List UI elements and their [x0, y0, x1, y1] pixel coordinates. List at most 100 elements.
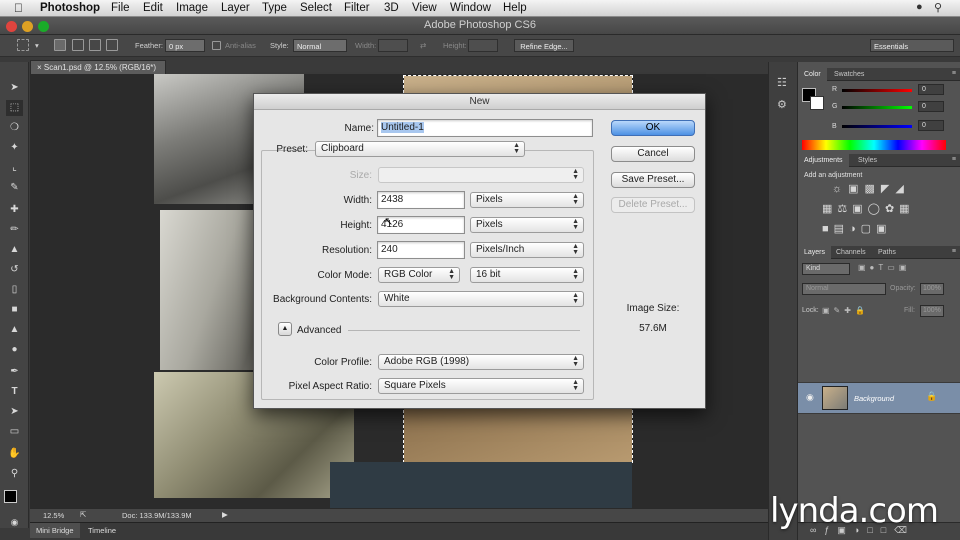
- swap-icon[interactable]: ⇄: [420, 41, 426, 50]
- b-value[interactable]: 0: [918, 120, 944, 131]
- save-preset-button[interactable]: Save Preset...: [611, 172, 695, 188]
- history-brush-tool-icon[interactable]: ↺: [6, 262, 23, 278]
- menu-type[interactable]: Type: [262, 2, 287, 14]
- path-selection-tool-icon[interactable]: ➤: [6, 404, 23, 420]
- color-mode-select[interactable]: RGB Color ▲ ▼: [378, 267, 460, 283]
- document-tab[interactable]: × Scan1.psd @ 12.5% (RGB/16*): [30, 60, 166, 74]
- layer-filter-icons[interactable]: ▣●T▭▣: [858, 263, 910, 272]
- background-contents-select[interactable]: White ▲ ▼: [378, 291, 584, 307]
- color-spectrum-ramp[interactable]: [802, 140, 946, 150]
- add-selection-icon[interactable]: [72, 39, 84, 51]
- tab-paths[interactable]: Paths: [872, 246, 902, 259]
- g-slider[interactable]: [842, 106, 912, 109]
- menu-filter[interactable]: Filter: [344, 2, 370, 14]
- layer-name[interactable]: Background: [854, 394, 894, 403]
- width-input[interactable]: 2438: [377, 191, 465, 209]
- panel-menu-icon[interactable]: ≡: [952, 248, 956, 255]
- hand-tool-icon[interactable]: ✋: [6, 446, 23, 462]
- menu-app-photoshop[interactable]: Photoshop: [40, 2, 100, 14]
- resolution-input[interactable]: 240: [377, 241, 465, 259]
- height-unit-select[interactable]: Pixels ▲ ▼: [470, 217, 584, 233]
- eyedropper-tool-icon[interactable]: ✎: [6, 180, 23, 196]
- tab-timeline[interactable]: Timeline: [82, 523, 122, 538]
- menu-layer[interactable]: Layer: [221, 2, 250, 14]
- menu-image[interactable]: Image: [176, 2, 208, 14]
- apple-icon[interactable]: : [14, 1, 23, 15]
- tab-channels[interactable]: Channels: [830, 246, 872, 259]
- width-unit-select[interactable]: Pixels ▲ ▼: [470, 192, 584, 208]
- foreground-color-swatch[interactable]: [4, 490, 17, 503]
- panel-menu-icon[interactable]: ≡: [952, 156, 956, 163]
- crop-tool-icon[interactable]: ⌞: [6, 160, 23, 176]
- menu-edit[interactable]: Edit: [143, 2, 163, 14]
- cancel-button[interactable]: Cancel: [611, 146, 695, 162]
- preset-select[interactable]: Clipboard ▲ ▼: [315, 141, 525, 157]
- menu-select[interactable]: Select: [300, 2, 332, 14]
- user-icon[interactable]: ●: [916, 1, 923, 13]
- refine-edge-button[interactable]: Refine Edge...: [514, 39, 574, 52]
- menu-window[interactable]: Window: [450, 2, 491, 14]
- quick-selection-tool-icon[interactable]: ✦: [6, 140, 23, 156]
- workspace-select[interactable]: Essentials: [870, 39, 954, 52]
- spotlight-icon[interactable]: ⚲: [934, 1, 942, 14]
- layer-filter-kind-select[interactable]: Kind: [802, 263, 850, 275]
- lasso-tool-icon[interactable]: ❍: [6, 120, 23, 136]
- tab-styles[interactable]: Styles: [852, 154, 883, 167]
- r-slider[interactable]: [842, 89, 912, 92]
- menu-file[interactable]: File: [111, 2, 130, 14]
- gradient-tool-icon[interactable]: ■: [6, 302, 23, 318]
- rectangle-tool-icon[interactable]: ▭: [6, 424, 23, 440]
- height-input[interactable]: [468, 39, 498, 52]
- status-menu-arrow-icon[interactable]: ▶: [222, 510, 228, 519]
- blur-tool-icon[interactable]: ▲: [6, 322, 23, 338]
- properties-panel-icon[interactable]: ⚙: [777, 98, 787, 111]
- adjustment-icons-row-1[interactable]: ☼▣▩◤◢: [832, 182, 910, 195]
- subtract-selection-icon[interactable]: [89, 39, 101, 51]
- tab-adjustments[interactable]: Adjustments: [798, 154, 849, 167]
- adjustment-icons-row-2[interactable]: ▦⚖▣◯✿▦: [822, 202, 915, 215]
- eraser-tool-icon[interactable]: ▯: [6, 282, 23, 298]
- zoom-tool-icon[interactable]: ⚲: [6, 466, 23, 482]
- feather-input[interactable]: 0 px: [165, 39, 205, 52]
- intersect-selection-icon[interactable]: [106, 39, 118, 51]
- delete-preset-button[interactable]: Delete Preset...: [611, 197, 695, 213]
- size-select[interactable]: ▲ ▼: [378, 167, 584, 183]
- fill-input[interactable]: 100%: [920, 305, 944, 317]
- tab-swatches[interactable]: Swatches: [828, 68, 870, 81]
- color-profile-select[interactable]: Adobe RGB (1998) ▲ ▼: [378, 354, 584, 370]
- tab-layers[interactable]: Layers: [798, 246, 832, 259]
- tab-color[interactable]: Color: [798, 68, 827, 81]
- rectangular-marquee-tool-icon[interactable]: ⬚: [6, 100, 23, 116]
- marquee-tool-preset-icon[interactable]: [17, 39, 29, 51]
- menu-view[interactable]: View: [412, 2, 437, 14]
- new-selection-icon[interactable]: [54, 39, 66, 51]
- brush-tool-icon[interactable]: ✏: [6, 222, 23, 238]
- name-input[interactable]: Untitled-1: [377, 119, 593, 137]
- dodge-tool-icon[interactable]: ●: [6, 342, 23, 358]
- layer-row-background[interactable]: ◉ Background 🔒: [798, 382, 960, 414]
- type-tool-icon[interactable]: T: [6, 384, 23, 400]
- style-select[interactable]: Normal: [293, 39, 347, 52]
- quick-mask-icon[interactable]: ◉: [6, 514, 23, 530]
- resolution-unit-select[interactable]: Pixels/Inch ▲ ▼: [470, 242, 584, 258]
- opacity-input[interactable]: 100%: [920, 283, 944, 295]
- tab-mini-bridge[interactable]: Mini Bridge: [30, 523, 80, 538]
- history-panel-icon[interactable]: ☷: [777, 76, 787, 89]
- advanced-toggle-button[interactable]: ▲: [278, 322, 292, 336]
- preset-picker-arrow-icon[interactable]: ▾: [35, 41, 39, 50]
- clone-stamp-tool-icon[interactable]: ▲: [6, 242, 23, 258]
- ok-button[interactable]: OK: [611, 120, 695, 136]
- bit-depth-select[interactable]: 16 bit ▲ ▼: [470, 267, 584, 283]
- panel-menu-icon[interactable]: ≡: [952, 70, 956, 77]
- lock-icons[interactable]: ▣✎✚🔒: [822, 306, 869, 315]
- move-tool-icon[interactable]: ➤: [6, 80, 23, 96]
- r-value[interactable]: 0: [918, 84, 944, 95]
- width-input[interactable]: [378, 39, 408, 52]
- spot-healing-tool-icon[interactable]: ✚: [6, 202, 23, 218]
- zoom-level[interactable]: 12.5%: [43, 511, 64, 520]
- layer-visibility-eye-icon[interactable]: ◉: [806, 392, 814, 403]
- b-slider[interactable]: [842, 125, 912, 128]
- color-background-swatch[interactable]: [810, 96, 824, 110]
- antialias-checkbox[interactable]: [212, 41, 221, 50]
- pixel-aspect-ratio-select[interactable]: Square Pixels ▲ ▼: [378, 378, 584, 394]
